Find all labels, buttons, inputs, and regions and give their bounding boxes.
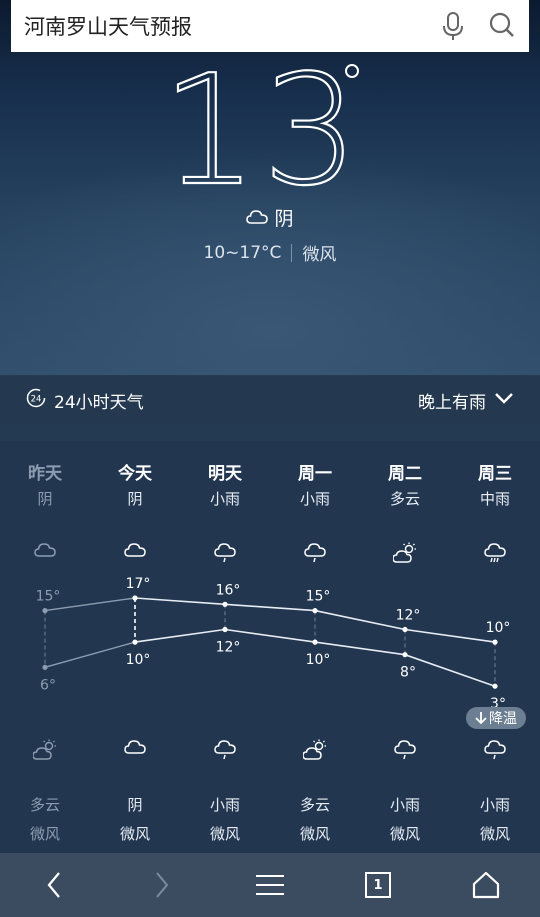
cloud-icon [246, 207, 269, 229]
high-temp-label: 16° [216, 582, 241, 598]
current-temp-value: 13 [170, 55, 363, 190]
low-temp-point [312, 639, 318, 645]
menu-button[interactable] [216, 853, 324, 917]
low-temp-label: 10° [306, 652, 331, 668]
low-temp-point [222, 626, 228, 633]
high-temp-label: 17° [126, 576, 151, 592]
current-wind: 微风 [302, 245, 337, 265]
divider [291, 243, 293, 262]
high-temp-point [402, 626, 408, 633]
temperature-range: 10~17°C [203, 242, 282, 263]
weekly-forecast: 昨天阴多云 微风 今天阴阴微风 明天 小雨 小雨 微风 周一 小雨 多云 微风 周二 多云 小雨 微风 周三中… [0, 441, 540, 853]
home-button[interactable] [432, 853, 540, 917]
current-condition: 阴 [274, 208, 294, 230]
24h-clock-icon: 24 [26, 388, 46, 413]
forward-button[interactable] [108, 853, 216, 917]
low-temp-point [42, 664, 48, 670]
low-temp-label: 12° [216, 640, 241, 656]
hourly-alert: 晚上有雨 [418, 392, 486, 413]
high-temp-point [222, 601, 228, 607]
svg-text:24: 24 [31, 394, 42, 404]
tabs-button[interactable]: 1 [324, 853, 432, 917]
low-temp-label: 8° [400, 665, 416, 681]
low-temp-point [402, 652, 408, 658]
microphone-icon[interactable] [433, 0, 473, 52]
high-temp-point [312, 608, 318, 614]
low-temp-label: 6° [40, 677, 56, 693]
high-temp-point [42, 608, 48, 614]
low-temp-point [492, 683, 498, 689]
high-temp-point [132, 595, 138, 601]
high-temp-label: 12° [396, 608, 421, 624]
chevron-down-icon[interactable] [494, 390, 514, 410]
hourly-label: 24小时天气 [54, 392, 144, 413]
low-temp-point [132, 639, 138, 645]
search-bar[interactable]: 河南罗山天气预报 [11, 0, 529, 52]
browser-nav-bar: 1 [0, 853, 540, 917]
search-query[interactable]: 河南罗山天气预报 [24, 11, 433, 41]
current-temperature: 13 [0, 41, 540, 220]
back-button[interactable] [0, 853, 108, 917]
low-temp-label: 10° [126, 652, 151, 668]
high-temp-label: 15° [306, 589, 331, 605]
temperature-drop-badge: 降温 [466, 707, 526, 729]
high-temp-point [492, 639, 498, 645]
low-temp-past-line [44, 641, 136, 668]
temperature-chart: 15°6°17°10°16°12°15°10°12°8°10°3° [36, 576, 511, 712]
tab-count: 1 [365, 872, 391, 898]
hourly-forecast-bar[interactable]: 24 24小时天气 晚上有雨 [0, 376, 540, 424]
drop-badge-label: 降温 [489, 711, 517, 727]
high-temp-label: 10° [486, 620, 511, 636]
search-icon[interactable] [473, 0, 529, 52]
high-temp-label: 15° [36, 589, 61, 605]
